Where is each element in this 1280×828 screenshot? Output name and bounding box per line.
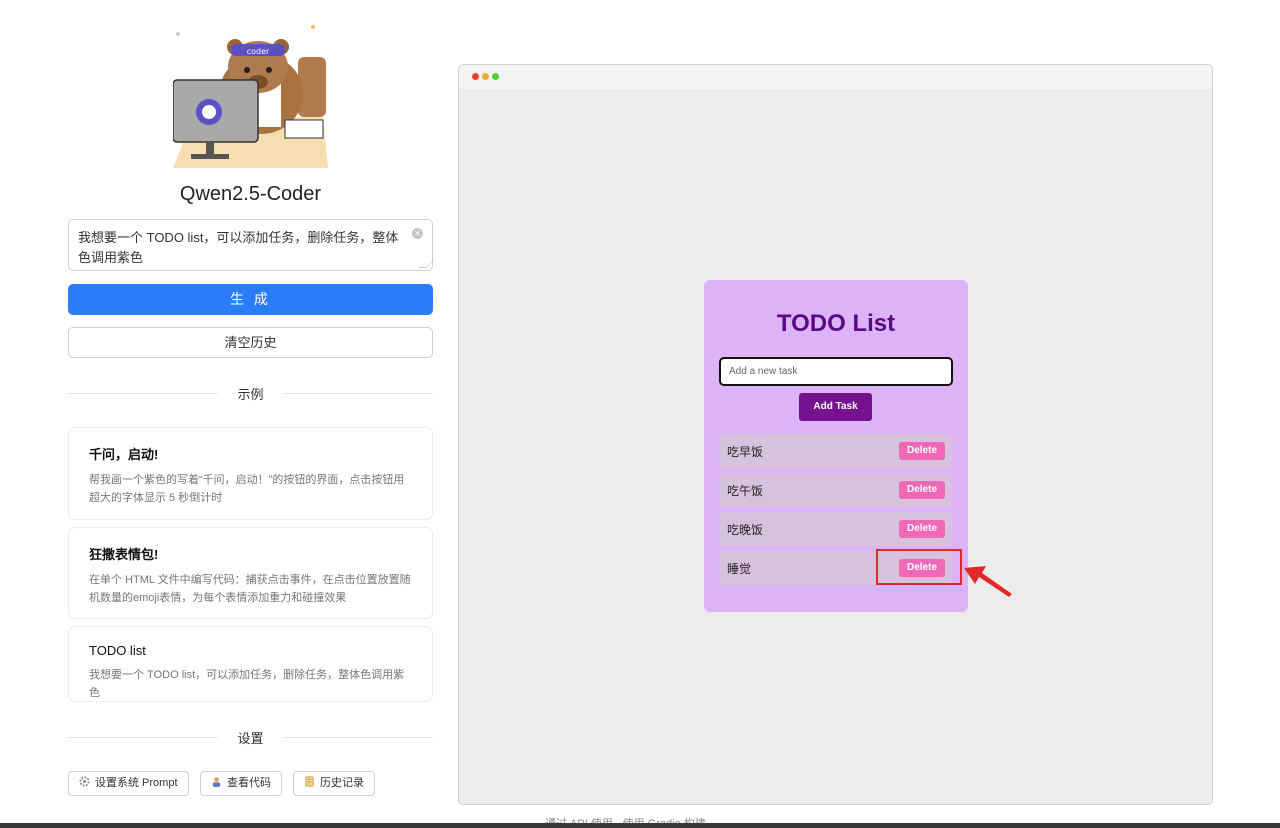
clear-history-button[interactable]: 清空历史 <box>68 327 433 358</box>
example-card-desc: 在单个 HTML 文件中编写代码：捕获点击事件，在点击位置放置随机数量的emoj… <box>89 574 411 604</box>
preview-frame: TODO List Add a new task Add Task 吃早饭 De… <box>458 64 1213 805</box>
example-card-desc: 帮我画一个紫色的写着“千问，启动！”的按钮的界面，点击按钮用超大的字体显示 5 … <box>89 474 405 504</box>
generate-button[interactable]: 生 成 <box>68 284 433 315</box>
system-prompt-label: 设置系统 Prompt <box>95 777 178 789</box>
example-card[interactable]: 狂撒表情包! 在单个 HTML 文件中编写代码：捕获点击事件，在点击位置放置随机… <box>68 527 433 619</box>
todo-item-text: 睡觉 <box>727 562 752 576</box>
scroll-icon <box>305 776 314 787</box>
minimize-dot-icon <box>482 73 489 80</box>
todo-item-text: 吃晚饭 <box>727 523 764 537</box>
view-code-button[interactable]: 查看代码 <box>200 771 282 796</box>
examples-heading: 示例 <box>237 387 264 402</box>
delete-button[interactable]: Delete <box>899 442 945 460</box>
todo-item-text: 吃早饭 <box>727 445 764 459</box>
settings-divider: 设置 <box>68 727 433 747</box>
sidebar: coder Qwen2.5-Coder 我想要一个 TODO list，可以添加… <box>68 0 434 828</box>
todo-item: 吃午饭 Delete <box>719 473 952 507</box>
prompt-input-value: 我想要一个 TODO list，可以添加任务，删除任务，整体色调用紫色 <box>78 230 399 265</box>
history-label: 历史记录 <box>320 777 364 789</box>
person-icon <box>212 777 221 787</box>
browser-bar <box>459 65 1212 89</box>
add-task-button[interactable]: Add Task <box>799 393 872 421</box>
hero-illustration: coder <box>172 22 333 168</box>
history-button[interactable]: 历史记录 <box>293 771 375 796</box>
settings-heading: 设置 <box>237 731 264 746</box>
coder-bear-illustration: coder <box>172 22 333 168</box>
todo-item: 吃晚饭 Delete <box>719 512 952 546</box>
delete-button[interactable]: Delete <box>899 520 945 538</box>
todo-title: TODO List <box>776 310 896 337</box>
system-prompt-button[interactable]: 设置系统 Prompt <box>68 771 189 796</box>
prompt-input[interactable]: 我想要一个 TODO list，可以添加任务，删除任务，整体色调用紫色 ✕ <box>68 219 434 271</box>
example-card[interactable]: TODO list 我想要一个 TODO list，可以添加任务，删除任务，整体… <box>68 626 433 702</box>
close-dot-icon <box>472 73 479 80</box>
example-card-title: 千问，启动! <box>89 447 159 462</box>
view-code-label: 查看代码 <box>227 777 271 789</box>
example-card-desc: 我想要一个 TODO list，可以添加任务，删除任务，整体色调用紫色 <box>89 669 405 699</box>
example-card[interactable]: 千问，启动! 帮我画一个紫色的写着“千问，启动！”的按钮的界面，点击按钮用超大的… <box>68 427 433 520</box>
task-input[interactable]: Add a new task <box>719 357 953 386</box>
todo-item: 吃早饭 Delete <box>719 434 952 468</box>
delete-button[interactable]: Delete <box>899 481 945 499</box>
app-title: Qwen2.5-Coder <box>179 183 322 205</box>
examples-divider: 示例 <box>68 383 433 403</box>
red-arrow-icon <box>964 566 1012 597</box>
example-card-title: TODO list <box>89 643 146 658</box>
maximize-dot-icon <box>492 73 499 80</box>
bottom-strip <box>0 823 1280 828</box>
todo-item-text: 吃午饭 <box>727 484 764 498</box>
example-card-title: 狂撒表情包! <box>89 547 159 562</box>
close-circle-icon[interactable]: ✕ <box>412 228 423 239</box>
gear-icon <box>79 776 90 787</box>
highlight-annotation-box <box>876 549 962 585</box>
resize-handle-icon[interactable] <box>418 260 434 268</box>
svg-text:coder: coder <box>247 47 270 56</box>
